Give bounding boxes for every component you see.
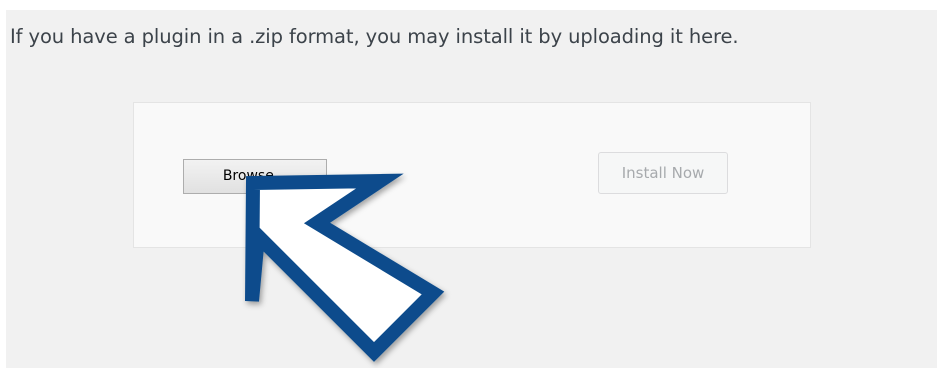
upload-instructions: If you have a plugin in a .zip format, y… xyxy=(10,25,739,48)
browse-button[interactable]: Browse... xyxy=(183,159,327,194)
install-now-button[interactable]: Install Now xyxy=(598,152,728,194)
upload-plugin-panel: If you have a plugin in a .zip format, y… xyxy=(6,10,937,368)
upload-form: Browse... Install Now xyxy=(133,102,811,248)
